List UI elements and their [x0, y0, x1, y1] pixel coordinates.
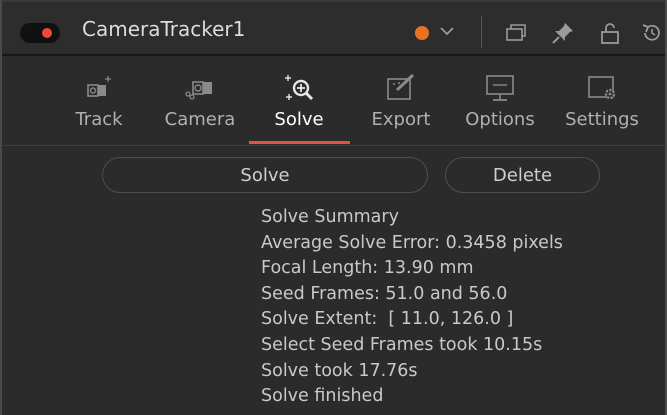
tab-settings[interactable]: Settings — [558, 56, 646, 146]
solve-summary: Solve Summary Average Solve Error: 0.345… — [261, 205, 563, 410]
options-icon — [486, 75, 514, 101]
tab-label: Track — [75, 109, 123, 130]
tab-label: Export — [371, 109, 431, 130]
color-tag-dot[interactable] — [415, 26, 429, 40]
tab-options[interactable]: Options — [460, 56, 540, 146]
summary-line: Select Seed Frames took 10.15s — [261, 334, 543, 355]
summary-line: Average Solve Error: 0.3458 pixels — [261, 232, 563, 253]
chevron-down-icon[interactable] — [438, 22, 456, 40]
header-separator — [481, 16, 482, 48]
tab-label: Options — [465, 109, 535, 130]
tab-label: Settings — [565, 109, 639, 130]
summary-heading: Solve Summary — [261, 207, 399, 227]
node-title: CameraTracker1 — [82, 17, 246, 41]
summary-line: Seed Frames: 51.0 and 56.0 — [261, 283, 508, 304]
versions-icon[interactable] — [504, 21, 528, 45]
active-tab-indicator — [249, 141, 350, 144]
lock-icon[interactable] — [598, 21, 622, 45]
camera-icon — [185, 81, 212, 100]
solve-button[interactable]: Solve — [102, 157, 428, 193]
export-icon — [387, 73, 415, 100]
tab-track[interactable]: Track — [64, 56, 134, 146]
tab-camera[interactable]: Camera — [160, 56, 240, 146]
tab-bar: Track Camera Solve Export Options Settin… — [2, 56, 665, 146]
tab-label: Solve — [274, 109, 324, 130]
reset-icon[interactable] — [640, 21, 664, 45]
tab-export[interactable]: Export — [365, 56, 437, 146]
tab-label: Camera — [164, 109, 236, 130]
track-camera-icon — [87, 76, 111, 97]
node-header: CameraTracker1 — [2, 0, 665, 56]
solve-icon — [285, 75, 314, 101]
enable-toggle[interactable] — [20, 23, 60, 43]
summary-line: Solve Extent: [ 11.0, 126.0 ] — [261, 309, 514, 330]
settings-icon — [588, 76, 616, 100]
summary-line: Solve took 17.76s — [261, 360, 418, 381]
summary-line: Focal Length: 13.90 mm — [261, 258, 474, 279]
summary-line: Solve finished — [261, 386, 384, 407]
camera-tracker-panel: CameraTracker1 Track Camera Solve Export… — [0, 0, 667, 415]
toggle-knob — [42, 28, 52, 38]
tab-solve[interactable]: Solve — [264, 56, 334, 146]
pin-icon[interactable] — [551, 21, 575, 45]
delete-button[interactable]: Delete — [445, 157, 600, 193]
